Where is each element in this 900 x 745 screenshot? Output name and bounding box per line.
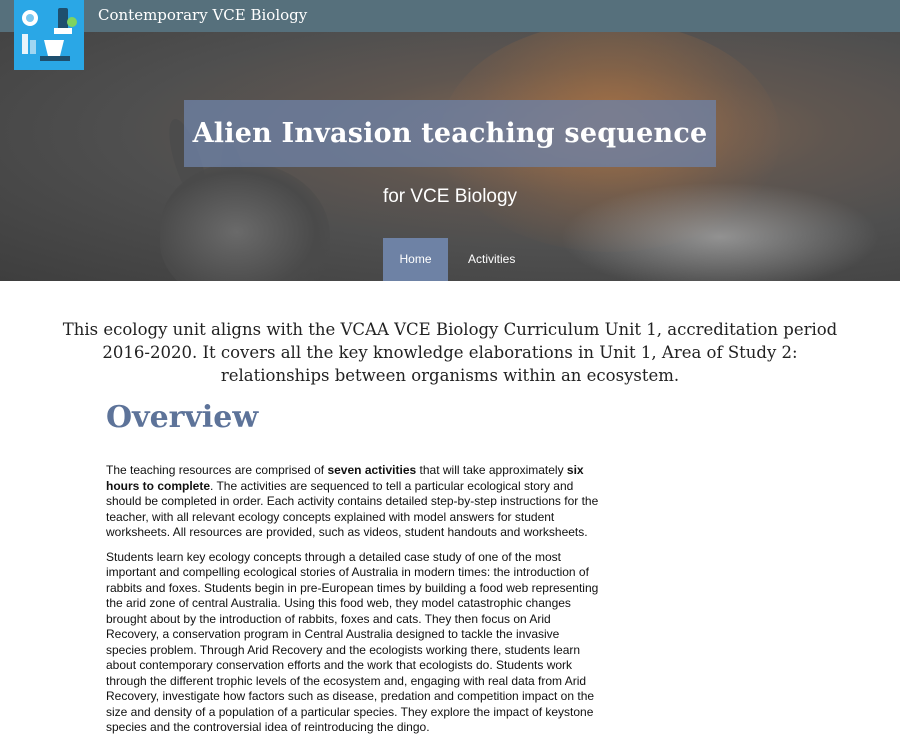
page-title: Alien Invasion teaching sequence [192, 118, 708, 149]
emphasis-seven-activities: seven activities [327, 463, 417, 477]
nav-item-home[interactable]: Home [383, 238, 448, 281]
nav-item-activities[interactable]: Activities [448, 238, 535, 281]
hero-title-box: Alien Invasion teaching sequence [184, 100, 716, 167]
overview-body: The teaching resources are comprised of … [106, 463, 601, 745]
overview-paragraph: The teaching resources are comprised of … [106, 463, 601, 541]
overview-heading: Overview [106, 400, 259, 435]
site-title[interactable]: Contemporary VCE Biology [98, 6, 307, 24]
site-logo[interactable] [14, 0, 84, 70]
overview-paragraph: Students learn key ecology concepts thro… [106, 549, 599, 735]
text-run: The teaching resources are comprised of [106, 463, 328, 477]
site-header: Contemporary VCE Biology [0, 0, 900, 32]
text-run: that will take approximately [416, 463, 567, 477]
page-subtitle: for VCE Biology [382, 186, 518, 207]
intro-text: This ecology unit aligns with the VCAA V… [62, 320, 838, 385]
main-nav: Home Activities [383, 238, 535, 281]
hero-image-rabbit [160, 162, 330, 281]
microscope-icon [14, 0, 84, 70]
